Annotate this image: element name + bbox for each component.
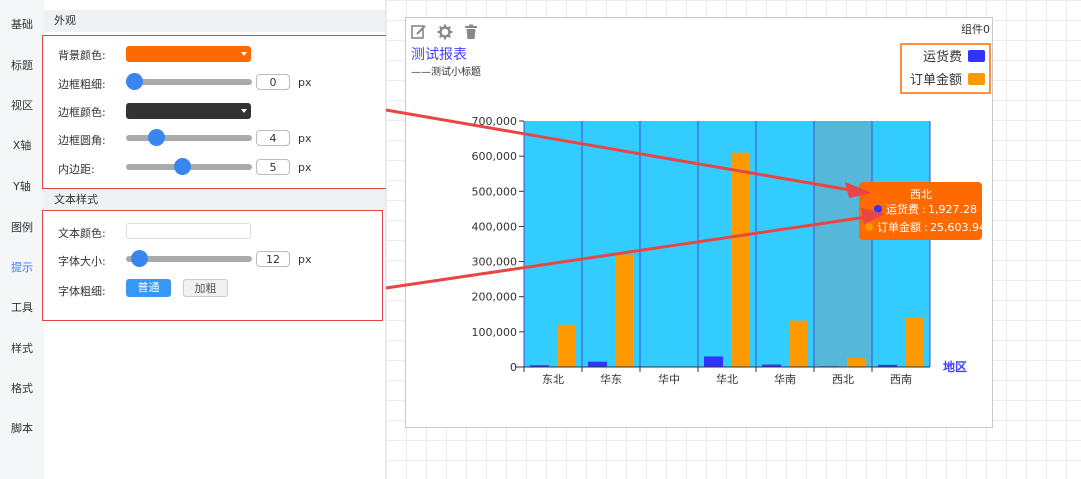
tooltip-separator: :: [924, 221, 928, 234]
chart-title: 测试报表: [411, 47, 467, 63]
bar-order-amount: [847, 358, 866, 367]
tooltip-series-dot: [874, 205, 882, 213]
legend-swatch: [968, 50, 985, 62]
legend-item-label[interactable]: 运货费: [923, 49, 962, 65]
x-tick-label: 东北: [542, 373, 564, 386]
tooltip-value: 1,927.28: [928, 203, 977, 216]
tooltip-value: 25,603.94: [930, 221, 986, 234]
chart-svg: 测试报表 ——测试小标题 运货费 订单金额 0100,000200,000300…: [411, 43, 991, 386]
y-tick-label: 400,000: [472, 220, 518, 233]
chart-subtitle: ——测试小标题: [411, 65, 481, 78]
legend-swatch: [968, 73, 985, 85]
y-axis: 0100,000200,000300,000400,000500,000600,…: [472, 115, 524, 374]
tooltip-label: 运货费: [886, 202, 919, 216]
x-tick-label: 华中: [658, 372, 680, 386]
y-tick-label: 700,000: [472, 115, 518, 128]
x-tick-label: 西北: [832, 373, 854, 386]
tooltip-series-dot: [865, 223, 873, 231]
chart-legend: 运货费 订单金额: [900, 43, 991, 94]
tooltip-separator: :: [922, 203, 926, 216]
bar-order-amount: [789, 320, 808, 367]
x-axis: 东北 华东 华中 华北 华南 西北 西南: [523, 367, 912, 386]
bar-freight: [704, 356, 723, 367]
x-axis-title: 地区: [943, 359, 967, 374]
y-tick-label: 100,000: [472, 326, 518, 339]
tooltip-label: 订单金额: [877, 220, 921, 234]
y-tick-label: 200,000: [472, 291, 518, 304]
bar-order-amount: [905, 317, 924, 367]
chart-tooltip: 西北 运货费 : 1,927.28 订单金额 : 25,603.94: [859, 182, 986, 240]
bar-order-amount: [615, 254, 634, 367]
x-tick-label: 西南: [890, 373, 912, 386]
tooltip-title: 西北: [910, 188, 932, 201]
legend-item-label[interactable]: 订单金额: [910, 72, 962, 88]
x-tick-label: 华北: [716, 372, 738, 386]
y-tick-label: 300,000: [472, 256, 518, 269]
category-bands: [814, 121, 872, 367]
highlight-band: [814, 121, 872, 367]
y-tick-label: 500,000: [472, 185, 518, 198]
x-tick-label: 华东: [600, 372, 622, 386]
bar-freight: [588, 361, 607, 367]
x-tick-label: 华南: [774, 372, 796, 386]
bar-order-amount: [731, 152, 750, 367]
y-tick-label: 600,000: [472, 150, 518, 163]
bar-order-amount: [557, 324, 576, 367]
